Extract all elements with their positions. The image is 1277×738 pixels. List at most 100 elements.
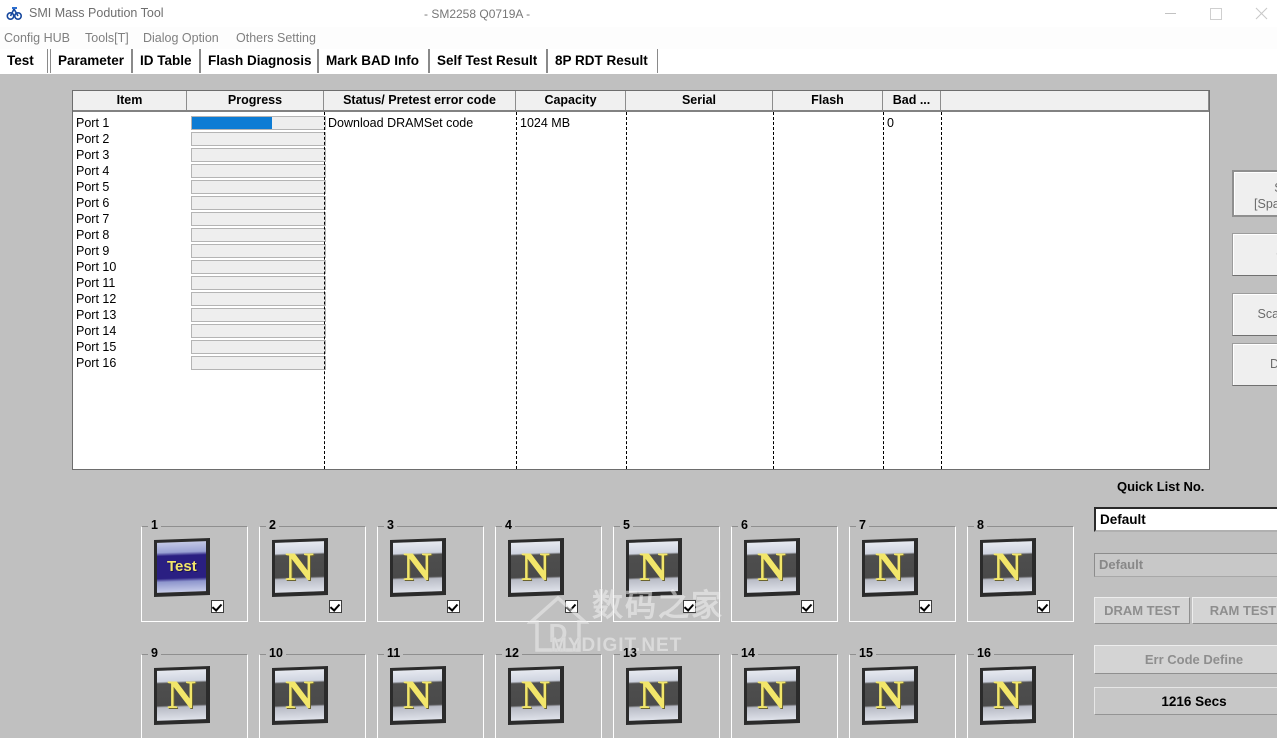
table-header-row: Item Progress Status/ Pretest error code Ca… — [73, 91, 1209, 112]
drive-idle-icon: N — [272, 538, 328, 597]
maximize-icon — [1209, 7, 1222, 20]
quick-list-combo[interactable]: Default — [1094, 507, 1277, 532]
tab-self-test-result[interactable]: Self Test Result — [429, 49, 547, 73]
menu-item-others-setting[interactable]: Others Setting — [236, 28, 316, 48]
tab-parameter[interactable]: Parameter — [50, 49, 132, 73]
close-button[interactable] — [1239, 0, 1277, 27]
err-code-define-button[interactable]: Err Code Define — [1094, 645, 1277, 674]
tab-flash-diagnosis[interactable]: Flash Diagnosis — [200, 49, 318, 73]
port-tile-1[interactable]: 1 Test — [141, 518, 248, 622]
port-tile-checkbox[interactable] — [1037, 600, 1050, 613]
column-divider — [883, 112, 884, 469]
port-tile-14[interactable]: 14 N — [731, 646, 838, 738]
column-header-blank[interactable] — [941, 91, 1209, 110]
drive-idle-icon: N — [390, 538, 446, 597]
port-tile-5[interactable]: 5N — [613, 518, 720, 622]
port-tile-checkbox[interactable] — [801, 600, 814, 613]
title-bar: SMI Mass Podution Tool - SM2258 Q0719A - — [0, 0, 1277, 27]
port-tile-checkbox[interactable] — [329, 600, 342, 613]
table-row-item-label[interactable]: Port 14 — [76, 323, 116, 339]
table-row-item-label[interactable]: Port 4 — [76, 163, 109, 179]
port-tile-8[interactable]: 8N — [967, 518, 1074, 622]
start-button[interactable]: St [Spac — [1232, 170, 1277, 217]
port-tile-number: 14 — [738, 646, 758, 660]
table-row-item-label[interactable]: Port 5 — [76, 179, 109, 195]
default-button[interactable]: De — [1232, 343, 1277, 386]
port-tile-glyph: N — [639, 544, 668, 590]
menu-item-dialog-option[interactable]: Dialog Option — [143, 28, 219, 48]
tab-test[interactable]: Test — [0, 49, 48, 73]
port-tile-checkbox[interactable] — [683, 600, 696, 613]
drive-idle-icon: N — [626, 538, 682, 597]
port-tile-checkbox[interactable] — [211, 600, 224, 613]
table-row-item-label[interactable]: Port 16 — [76, 355, 116, 371]
tab-mark-bad-info[interactable]: Mark BAD Info — [318, 49, 429, 73]
progress-bar-fill — [192, 117, 272, 129]
menu-item-config-hub[interactable]: Config HUB — [4, 28, 70, 48]
table-row-item-label[interactable]: Port 6 — [76, 195, 109, 211]
port-tile-6[interactable]: 6N — [731, 518, 838, 622]
drive-idle-icon: N — [626, 666, 682, 725]
column-header-progress[interactable]: Progress — [187, 91, 324, 110]
drive-idle-icon: N — [744, 538, 800, 597]
table-row-item-label[interactable]: Port 10 — [76, 259, 116, 275]
table-row-item-label[interactable]: Port 7 — [76, 211, 109, 227]
port-tile-7[interactable]: 7N — [849, 518, 956, 622]
table-row-item-label[interactable]: Port 13 — [76, 307, 116, 323]
table-row-item-label[interactable]: Port 11 — [76, 275, 115, 291]
port-tile-15[interactable]: 15 N — [849, 646, 956, 738]
table-cell-capacity: 1024 MB — [520, 116, 571, 130]
port-tile-number: 13 — [620, 646, 640, 660]
port-tile-11[interactable]: 11 N — [377, 646, 484, 738]
column-divider — [516, 112, 517, 469]
maximize-button[interactable] — [1193, 0, 1238, 27]
port-tile-checkbox[interactable] — [447, 600, 460, 613]
column-header-item[interactable]: Item — [73, 91, 187, 110]
minimize-button[interactable] — [1148, 0, 1193, 27]
ram-test-button[interactable]: RAM TEST — [1192, 597, 1277, 624]
port-tile-checkbox[interactable] — [919, 600, 932, 613]
port-tile-glyph: N — [875, 672, 904, 718]
dram-test-button[interactable]: DRAM TEST — [1094, 597, 1190, 624]
quit-button[interactable]: Q — [1232, 233, 1277, 276]
menu-item-tools-t[interactable]: Tools[T] — [85, 28, 129, 48]
table-row-item-label[interactable]: Port 12 — [76, 291, 116, 307]
column-header-bad[interactable]: Bad ... — [883, 91, 941, 110]
window-title: SMI Mass Podution Tool — [29, 6, 164, 20]
column-header-capacity[interactable]: Capacity — [516, 91, 626, 110]
port-tile-checkbox[interactable] — [565, 600, 578, 613]
port-tile-12[interactable]: 12 N — [495, 646, 602, 738]
progress-bar — [191, 324, 326, 338]
port-tile-16[interactable]: 16 N — [967, 646, 1074, 738]
table-row-item-label[interactable]: Port 1 — [76, 115, 109, 131]
table-row-item-label[interactable]: Port 15 — [76, 339, 116, 355]
tab-id-table[interactable]: ID Table — [132, 49, 200, 73]
table-cell-bad: 0 — [887, 116, 894, 130]
port-tile-3[interactable]: 3N — [377, 518, 484, 622]
port-tile-9[interactable]: 9N — [141, 646, 248, 738]
table-row-item-label[interactable]: Port 9 — [76, 243, 109, 259]
progress-bar — [191, 164, 326, 178]
port-tile-4[interactable]: 4N — [495, 518, 602, 622]
port-tile-glyph: N — [521, 544, 550, 590]
column-header-serial[interactable]: Serial — [626, 91, 773, 110]
scan-device-button[interactable]: Scan — [1232, 293, 1277, 336]
progress-bar — [191, 196, 326, 210]
port-tile-10[interactable]: 10 N — [259, 646, 366, 738]
drive-idle-icon: N — [508, 666, 564, 725]
port-tile-2[interactable]: 2N — [259, 518, 366, 622]
table-row-item-label[interactable]: Port 2 — [76, 131, 109, 147]
port-tile-13[interactable]: 13 N — [613, 646, 720, 738]
table-row-item-label[interactable]: Port 8 — [76, 227, 109, 243]
tab-8p-rdt-result[interactable]: 8P RDT Result — [547, 49, 658, 73]
column-header-status-pretest-error-code[interactable]: Status/ Pretest error code — [324, 91, 516, 110]
column-header-flash[interactable]: Flash — [773, 91, 883, 110]
port-tile-glyph: N — [403, 544, 432, 590]
drive-idle-icon: N — [154, 666, 210, 725]
port-tile-number: 5 — [620, 518, 633, 532]
progress-bar — [191, 292, 326, 306]
main-content: Item Progress Status/ Pretest error code Ca… — [0, 74, 1277, 738]
port-tile-glyph: N — [875, 544, 904, 590]
table-row-item-label[interactable]: Port 3 — [76, 147, 109, 163]
port-tile-number: 16 — [974, 646, 994, 660]
